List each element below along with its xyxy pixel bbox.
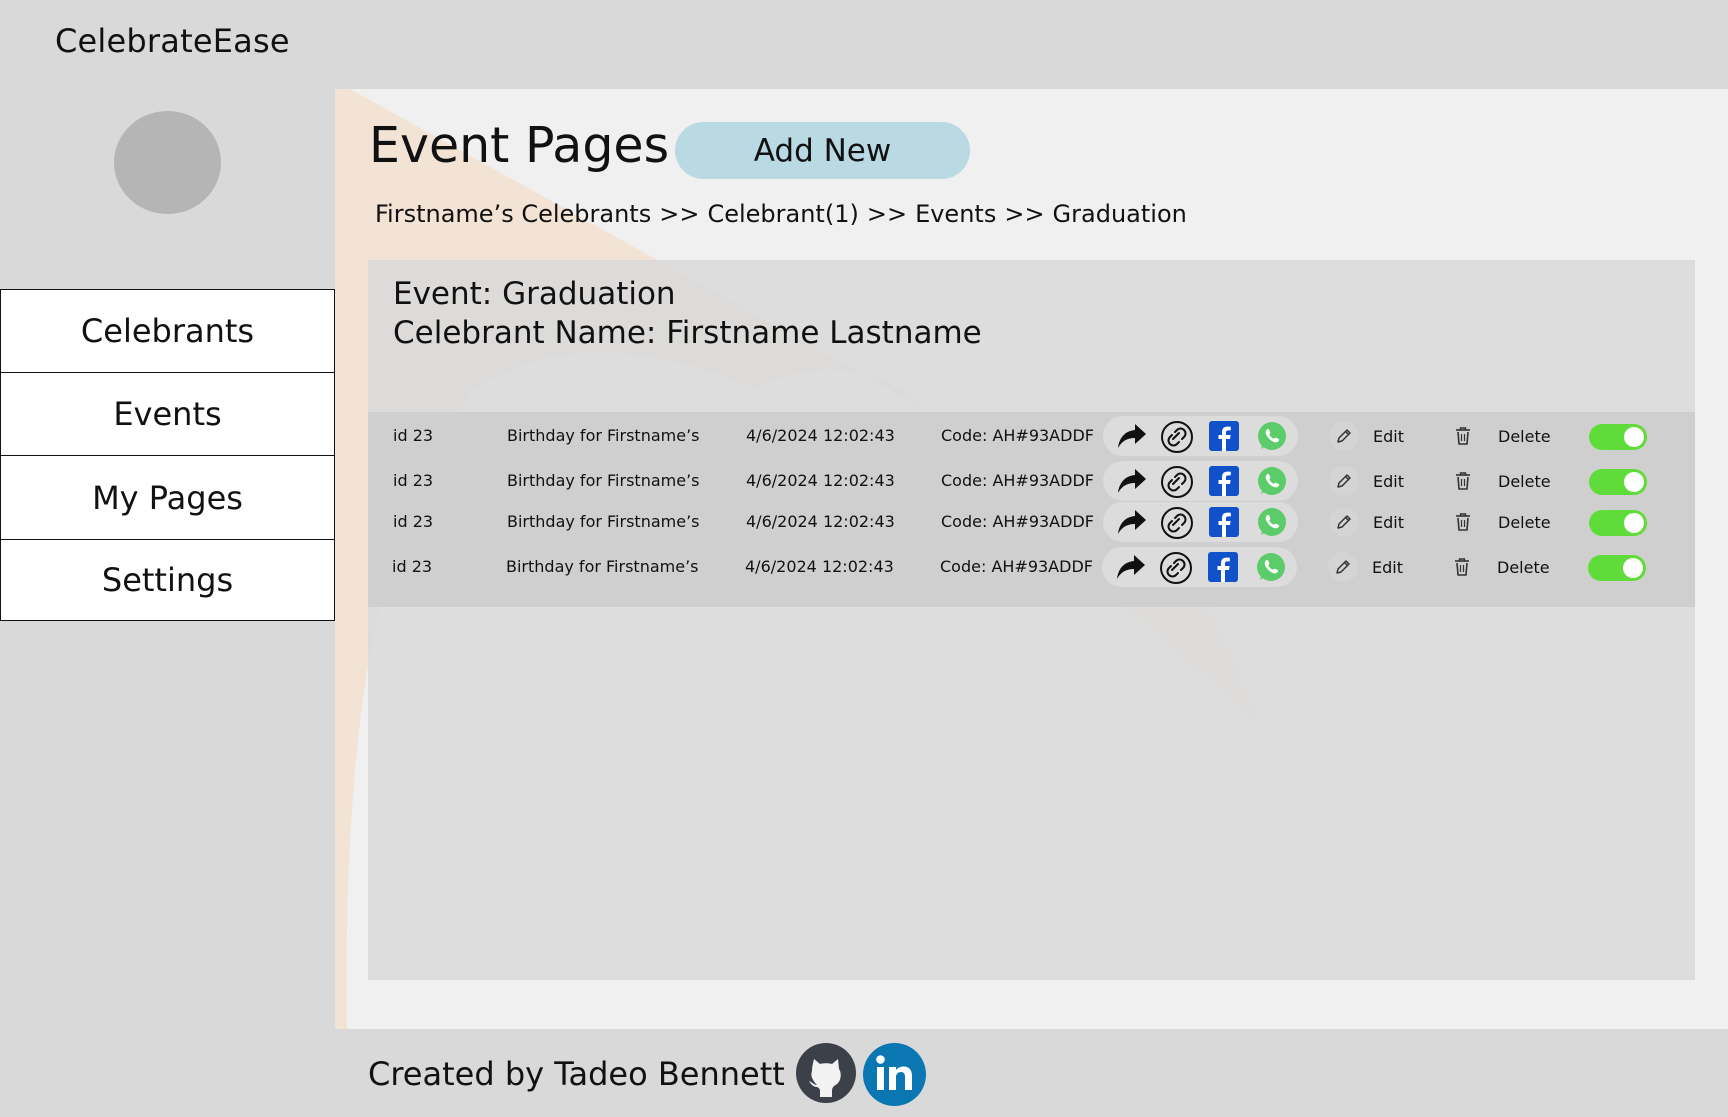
delete-button[interactable]: Delete — [1448, 420, 1551, 452]
pencil-icon — [1328, 552, 1358, 582]
sidebar: Celebrants Events My Pages Settings — [0, 289, 335, 621]
page-title: Event Pages — [369, 117, 670, 174]
table-row: id 23 Birthday for Firstname’s 4/6/2024 … — [368, 414, 1695, 458]
row-id: id 23 — [393, 471, 434, 490]
delete-label: Delete — [1498, 512, 1551, 532]
celebrant-name: Celebrant Name: Firstname Lastname — [393, 315, 982, 351]
pencil-icon — [1329, 466, 1359, 496]
facebook-icon[interactable] — [1209, 466, 1239, 496]
link-icon[interactable] — [1160, 420, 1194, 454]
row-date: 4/6/2024 12:02:43 — [746, 426, 895, 445]
breadcrumb-separator: >> — [866, 200, 908, 228]
whatsapp-icon[interactable] — [1256, 506, 1288, 538]
trash-icon — [1448, 421, 1478, 451]
toggle-knob — [1624, 513, 1644, 533]
breadcrumb-events[interactable]: Events — [915, 200, 996, 228]
row-name: Birthday for Firstname’s — [507, 512, 700, 531]
row-code: Code: AH#93ADDF — [941, 512, 1094, 531]
row-name: Birthday for Firstname’s — [506, 557, 699, 576]
whatsapp-icon[interactable] — [1256, 465, 1288, 497]
breadcrumb: Firstname’s Celebrants >> Celebrant(1) >… — [375, 200, 1187, 228]
delete-label: Delete — [1498, 426, 1551, 446]
sidebar-item-celebrants[interactable]: Celebrants — [0, 289, 335, 373]
edit-button[interactable]: Edit — [1329, 465, 1404, 497]
link-icon[interactable] — [1159, 551, 1193, 585]
table-row: id 23 Birthday for Firstname’s 4/6/2024 … — [367, 545, 1694, 589]
linkedin-icon[interactable] — [863, 1043, 926, 1106]
table-row: id 23 Birthday for Firstname’s 4/6/2024 … — [368, 459, 1695, 503]
share-arrow-icon[interactable] — [1116, 466, 1148, 496]
trash-icon — [1448, 466, 1478, 496]
row-code: Code: AH#93ADDF — [941, 471, 1094, 490]
active-toggle[interactable] — [1588, 555, 1646, 581]
facebook-icon[interactable] — [1208, 552, 1238, 582]
event-info: Event: Graduation Celebrant Name: Firstn… — [393, 275, 982, 353]
row-name: Birthday for Firstname’s — [507, 471, 700, 490]
breadcrumb-separator: >> — [659, 200, 700, 228]
app-root: CelebrateEase Celebrants Events My Pages… — [0, 0, 1728, 1117]
app-title: CelebrateEase — [55, 22, 290, 60]
active-toggle[interactable] — [1589, 424, 1647, 450]
event-page-list: id 23 Birthday for Firstname’s 4/6/2024 … — [368, 412, 1695, 607]
breadcrumb-graduation[interactable]: Graduation — [1053, 200, 1187, 228]
active-toggle[interactable] — [1589, 469, 1647, 495]
row-code: Code: AH#93ADDF — [940, 557, 1093, 576]
breadcrumb-celebrant[interactable]: Celebrant(1) — [707, 200, 858, 228]
breadcrumb-celebrants[interactable]: Firstname’s Celebrants — [375, 200, 651, 228]
row-name: Birthday for Firstname’s — [507, 426, 700, 445]
edit-button[interactable]: Edit — [1328, 551, 1403, 583]
pencil-icon — [1329, 421, 1359, 451]
edit-button[interactable]: Edit — [1329, 506, 1404, 538]
footer-credit: Created by Tadeo Bennett — [368, 1055, 785, 1093]
edit-label: Edit — [1373, 426, 1404, 446]
table-row: id 23 Birthday for Firstname’s 4/6/2024 … — [368, 500, 1695, 544]
sidebar-item-settings[interactable]: Settings — [0, 538, 335, 621]
delete-button[interactable]: Delete — [1448, 465, 1551, 497]
edit-button[interactable]: Edit — [1329, 420, 1404, 452]
delete-button[interactable]: Delete — [1448, 506, 1551, 538]
event-name: Event: Graduation — [393, 276, 676, 312]
row-date: 4/6/2024 12:02:43 — [746, 471, 895, 490]
breadcrumb-separator: >> — [1004, 200, 1045, 228]
delete-label: Delete — [1497, 557, 1550, 577]
trash-icon — [1448, 507, 1478, 537]
row-date: 4/6/2024 12:02:43 — [745, 557, 894, 576]
delete-button[interactable]: Delete — [1447, 551, 1550, 583]
add-new-button[interactable]: Add New — [675, 122, 970, 179]
edit-label: Edit — [1373, 471, 1404, 491]
row-date: 4/6/2024 12:02:43 — [746, 512, 895, 531]
facebook-icon[interactable] — [1209, 507, 1239, 537]
toggle-knob — [1624, 427, 1644, 447]
row-id: id 23 — [392, 557, 433, 576]
toggle-knob — [1624, 472, 1644, 492]
facebook-icon[interactable] — [1209, 421, 1239, 451]
row-code: Code: AH#93ADDF — [941, 426, 1094, 445]
main-content: Event Pages Add New Firstname’s Celebran… — [335, 89, 1728, 1029]
share-arrow-icon[interactable] — [1116, 507, 1148, 537]
share-arrow-icon[interactable] — [1115, 552, 1147, 582]
edit-label: Edit — [1372, 557, 1403, 577]
sidebar-item-events[interactable]: Events — [0, 371, 335, 457]
share-arrow-icon[interactable] — [1116, 421, 1148, 451]
row-id: id 23 — [393, 512, 434, 531]
active-toggle[interactable] — [1589, 510, 1647, 536]
github-icon[interactable] — [796, 1043, 856, 1103]
event-panel: Event: Graduation Celebrant Name: Firstn… — [368, 260, 1695, 980]
edit-label: Edit — [1373, 512, 1404, 532]
avatar[interactable] — [114, 111, 221, 214]
toggle-knob — [1623, 558, 1643, 578]
trash-icon — [1447, 552, 1477, 582]
delete-label: Delete — [1498, 471, 1551, 491]
row-id: id 23 — [393, 426, 434, 445]
pencil-icon — [1329, 507, 1359, 537]
link-icon[interactable] — [1160, 506, 1194, 540]
sidebar-item-my-pages[interactable]: My Pages — [0, 455, 335, 540]
link-icon[interactable] — [1160, 465, 1194, 499]
whatsapp-icon[interactable] — [1256, 420, 1288, 452]
whatsapp-icon[interactable] — [1255, 551, 1287, 583]
